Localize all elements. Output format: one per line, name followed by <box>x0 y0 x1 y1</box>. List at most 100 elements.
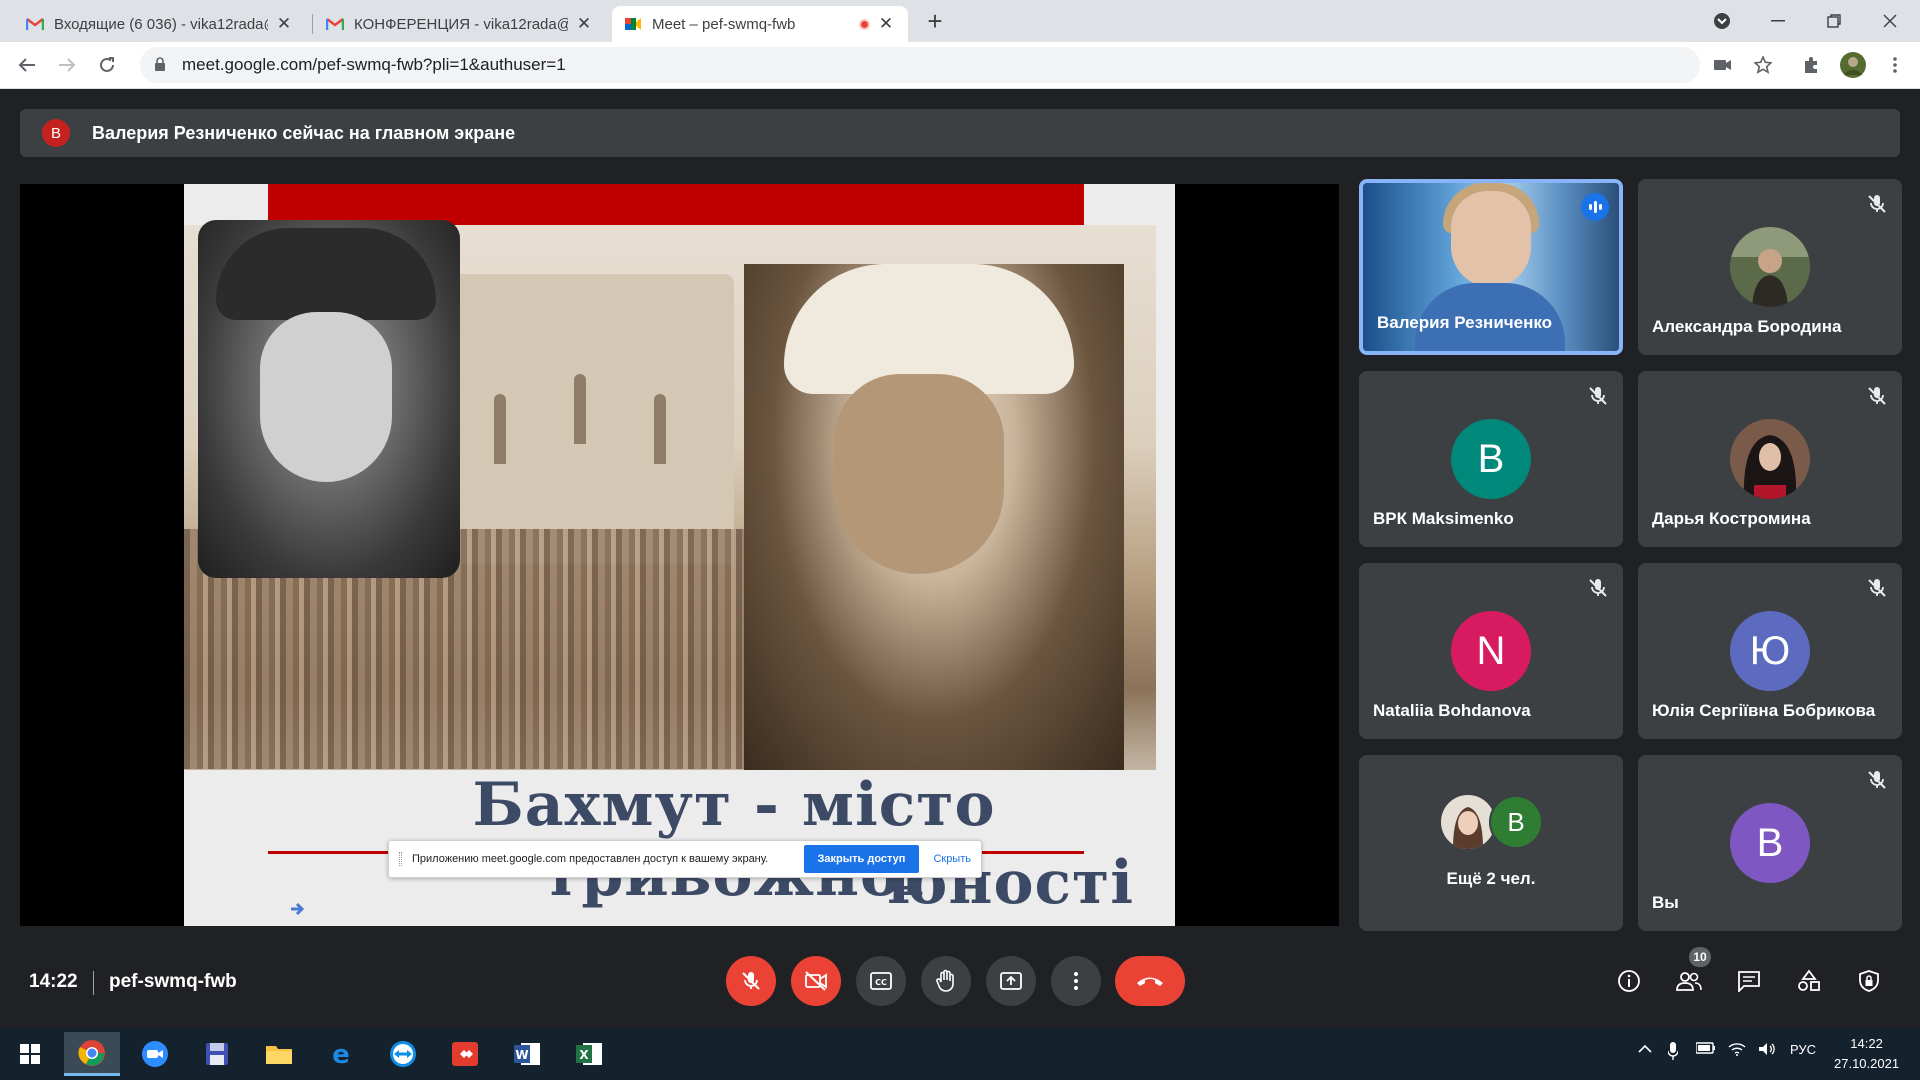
camera-permission-icon[interactable] <box>1708 50 1738 80</box>
activities-button[interactable] <box>1789 961 1829 1001</box>
more-participants-tile[interactable]: В Ещё 2 чел. <box>1359 755 1623 931</box>
taskbar-word[interactable]: W <box>499 1032 555 1076</box>
speaking-indicator-icon <box>1581 193 1609 221</box>
tab-gmail-conference[interactable]: КОНФЕРЕНЦИЯ - vika12rada@g ✕ <box>314 6 606 42</box>
bookmark-star-icon[interactable] <box>1748 50 1778 80</box>
lock-icon <box>154 57 168 73</box>
chat-button[interactable] <box>1729 961 1769 1001</box>
church-window <box>654 394 666 464</box>
svg-text:e: e <box>332 1041 350 1067</box>
participant-name: Nataliia Bohdanova <box>1373 701 1531 720</box>
gmail-icon <box>26 15 44 33</box>
tab-gmail-inbox[interactable]: Входящие (6 036) - vika12rada@ ✕ <box>14 6 306 42</box>
menu-kebab-icon[interactable] <box>1880 50 1910 80</box>
url-text: meet.google.com/pef-swmq-fwb?pli=1&authu… <box>182 55 566 74</box>
taskbar-teamviewer[interactable] <box>375 1032 431 1076</box>
stop-sharing-button[interactable]: Закрыть доступ <box>803 845 920 873</box>
presentation-slide: Бахмут - місто тривожної юності поета <box>184 184 1175 926</box>
windows-taskbar: e W X РУС 14:22 27.10.2021 <box>0 1028 1920 1080</box>
drag-handle[interactable] <box>399 852 402 866</box>
participant-tile[interactable]: Ю Юлія Сергіївна Бобрикова <box>1638 563 1902 739</box>
participant-tile[interactable]: Валерия Резниченко <box>1359 179 1623 355</box>
tray-wifi-icon[interactable] <box>1728 1042 1746 1059</box>
excel-icon: X <box>576 1043 602 1065</box>
close-tab-icon[interactable]: ✕ <box>274 14 294 34</box>
meet-call-area: В Валерия Резниченко сейчас на главном э… <box>0 89 1920 1028</box>
church-window <box>574 374 586 444</box>
extensions-puzzle-icon[interactable] <box>1796 50 1826 80</box>
tab-search-icon[interactable] <box>1694 0 1750 42</box>
close-tab-icon[interactable]: ✕ <box>876 14 896 34</box>
zoom-icon <box>142 1041 168 1067</box>
participant-name: Вы <box>1652 893 1679 912</box>
taskbar-zoom[interactable] <box>127 1032 183 1076</box>
forward-icon[interactable] <box>52 50 82 80</box>
shield-lock-icon <box>1859 970 1879 992</box>
presenting-banner-text: Валерия Резниченко сейчас на главном экр… <box>92 122 516 143</box>
activities-shapes-icon <box>1798 969 1820 991</box>
camera-toggle-button[interactable] <box>791 956 841 1006</box>
hide-notification-link[interactable]: Скрыть <box>933 853 971 865</box>
recording-icon <box>859 18 870 30</box>
tray-battery-icon[interactable] <box>1695 1042 1716 1057</box>
participant-tile[interactable]: В ВРК Maksimenko <box>1359 371 1623 547</box>
leave-call-button[interactable] <box>1115 956 1185 1006</box>
mic-off-icon <box>742 972 760 990</box>
camera-off-icon <box>805 971 827 991</box>
chrome-icon <box>78 1039 105 1066</box>
mic-off-icon <box>1866 385 1888 407</box>
browser-toolbar: meet.google.com/pef-swmq-fwb?pli=1&authu… <box>0 42 1920 89</box>
close-window-icon[interactable] <box>1862 0 1918 42</box>
close-tab-icon[interactable]: ✕ <box>574 14 594 34</box>
minimize-icon[interactable] <box>1750 0 1806 42</box>
mic-off-icon <box>1866 193 1888 215</box>
profile-avatar[interactable] <box>1838 50 1868 80</box>
main-stage[interactable]: Бахмут - місто тривожної юності поета Пр… <box>20 184 1339 926</box>
mic-toggle-button[interactable] <box>726 956 776 1006</box>
browser-tab-strip: Входящие (6 036) - vika12rada@ ✕ КОНФЕРЕ… <box>0 0 1920 42</box>
people-button[interactable] <box>1669 961 1709 1001</box>
tray-volume-icon[interactable] <box>1758 1042 1776 1059</box>
tray-overflow-chevron-icon[interactable] <box>1638 1042 1652 1057</box>
participant-avatar: В <box>1451 419 1531 499</box>
new-tab-button[interactable]: + <box>922 6 948 36</box>
mic-off-icon <box>1587 577 1609 599</box>
host-controls-button[interactable] <box>1849 961 1889 1001</box>
present-screen-button[interactable] <box>986 956 1036 1006</box>
participant-count-badge: 10 <box>1689 947 1711 967</box>
taskbar-excel[interactable]: X <box>561 1032 617 1076</box>
tab-meet[interactable]: Meet – pef-swmq-fwb ✕ <box>612 6 908 42</box>
taskbar-clock[interactable]: 14:22 27.10.2021 <box>1834 1034 1899 1074</box>
presenter-avatar: В <box>42 119 70 147</box>
chat-icon <box>1738 971 1760 992</box>
taskbar-save-app[interactable] <box>189 1032 245 1076</box>
tab-title: Meet – pef-swmq-fwb <box>652 15 796 33</box>
screen-share-notification: Приложению meet.google.com предоставлен … <box>388 840 982 878</box>
tray-microphone-icon[interactable] <box>1667 1042 1679 1063</box>
reload-icon[interactable] <box>92 50 122 80</box>
address-bar[interactable]: meet.google.com/pef-swmq-fwb?pli=1&authu… <box>140 47 1700 83</box>
participant-tile[interactable]: N Nataliia Bohdanova <box>1359 563 1623 739</box>
meeting-details-button[interactable] <box>1609 961 1649 1001</box>
back-icon[interactable] <box>12 50 42 80</box>
taskbar-anydesk[interactable] <box>437 1032 493 1076</box>
self-tile[interactable]: В Вы <box>1638 755 1902 931</box>
more-options-button[interactable] <box>1051 956 1101 1006</box>
input-language[interactable]: РУС <box>1790 1042 1816 1057</box>
participant-avatar: В <box>1730 803 1810 883</box>
taskbar-edge[interactable]: e <box>313 1032 369 1076</box>
participant-tile[interactable]: Александра Бородина <box>1638 179 1902 355</box>
hand-icon <box>936 969 954 992</box>
participant-tile[interactable]: Дарья Костромина <box>1638 371 1902 547</box>
svg-text:CC: CC <box>875 978 887 987</box>
young-man-portrait <box>198 220 460 578</box>
presenting-banner: В Валерия Резниченко сейчас на главном э… <box>20 109 1900 157</box>
raise-hand-button[interactable] <box>921 956 971 1006</box>
captions-button[interactable]: CC <box>856 956 906 1006</box>
present-screen-icon <box>1000 972 1022 990</box>
mic-off-icon <box>1866 769 1888 791</box>
taskbar-chrome[interactable] <box>64 1032 120 1076</box>
taskbar-file-explorer[interactable] <box>251 1032 307 1076</box>
restore-icon[interactable] <box>1806 0 1862 42</box>
start-button[interactable] <box>2 1032 58 1076</box>
